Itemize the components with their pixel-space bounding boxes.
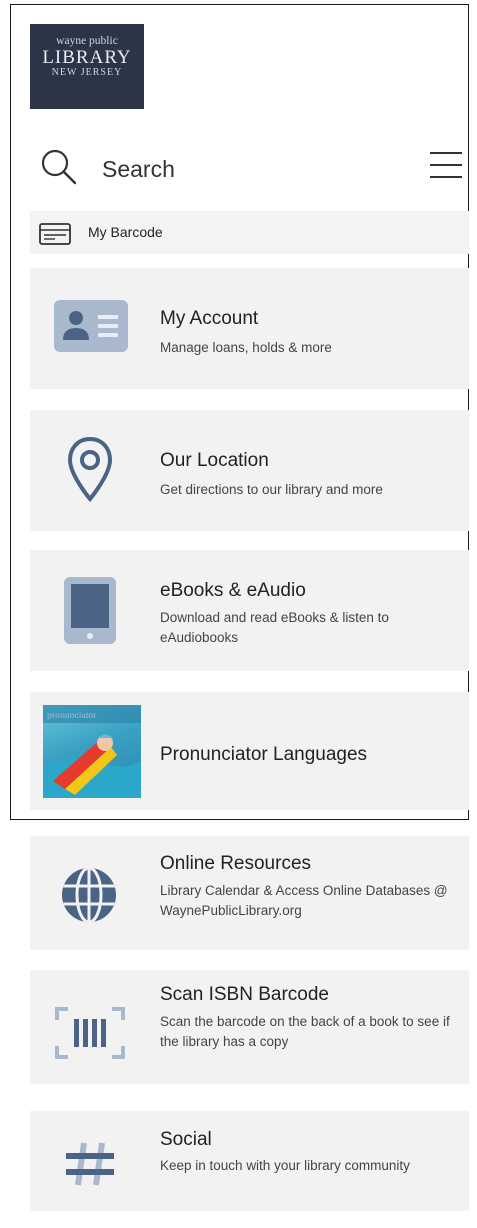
barcode-scan-icon bbox=[55, 1007, 125, 1059]
card-subtitle: Scan the barcode on the back of a book t… bbox=[160, 1014, 450, 1049]
hashtag-icon bbox=[66, 1142, 114, 1186]
tablet-icon bbox=[64, 577, 116, 644]
card-subtitle: Download and read eBooks & listen to eAu… bbox=[160, 610, 389, 645]
card-title: Social bbox=[160, 1129, 212, 1150]
social-card[interactable]: Social Keep in touch with your library c… bbox=[30, 1111, 469, 1211]
card-subtitle: Library Calendar & Access Online Databas… bbox=[160, 883, 448, 918]
search-icon[interactable] bbox=[40, 148, 78, 186]
search-bar[interactable]: Search bbox=[30, 142, 462, 192]
our-location-card[interactable]: Our Location Get directions to our libra… bbox=[30, 410, 469, 531]
logo-line-2: LIBRARY bbox=[42, 47, 132, 68]
my-barcode-button[interactable]: My Barcode bbox=[30, 211, 469, 254]
logo-line-3: NEW JERSEY bbox=[51, 67, 123, 78]
search-label[interactable]: Search bbox=[102, 156, 175, 183]
card-subtitle: Keep in touch with your library communit… bbox=[160, 1158, 410, 1173]
id-card-icon bbox=[54, 300, 128, 352]
my-barcode-label: My Barcode bbox=[88, 224, 163, 240]
pronunciator-card[interactable]: pronunciator Pronunciator Languages bbox=[30, 692, 469, 810]
card-title: Online Resources bbox=[160, 853, 312, 874]
card-title: eBooks & eAudio bbox=[160, 580, 306, 601]
card-title: Scan ISBN Barcode bbox=[160, 984, 329, 1005]
card-subtitle: Manage loans, holds & more bbox=[160, 340, 332, 355]
hamburger-menu-icon[interactable] bbox=[430, 150, 462, 180]
map-pin-icon bbox=[67, 436, 113, 503]
my-account-card[interactable]: My Account Manage loans, holds & more bbox=[30, 268, 469, 389]
library-logo[interactable]: wayne public LIBRARY NEW JERSEY bbox=[30, 24, 144, 109]
barcode-card-icon bbox=[39, 223, 71, 245]
pronunciator-thumbnail: pronunciator bbox=[43, 705, 141, 798]
card-title: Pronunciator Languages bbox=[160, 744, 368, 765]
card-title: Our Location bbox=[160, 450, 269, 471]
online-resources-card[interactable]: Online Resources Library Calendar & Acce… bbox=[30, 836, 469, 950]
ebooks-card[interactable]: eBooks & eAudio Download and read eBooks… bbox=[30, 550, 469, 671]
card-title: My Account bbox=[160, 308, 259, 329]
scan-isbn-card[interactable]: Scan ISBN Barcode Scan the barcode on th… bbox=[30, 970, 469, 1084]
globe-icon bbox=[62, 868, 116, 922]
card-subtitle: Get directions to our library and more bbox=[160, 482, 383, 497]
